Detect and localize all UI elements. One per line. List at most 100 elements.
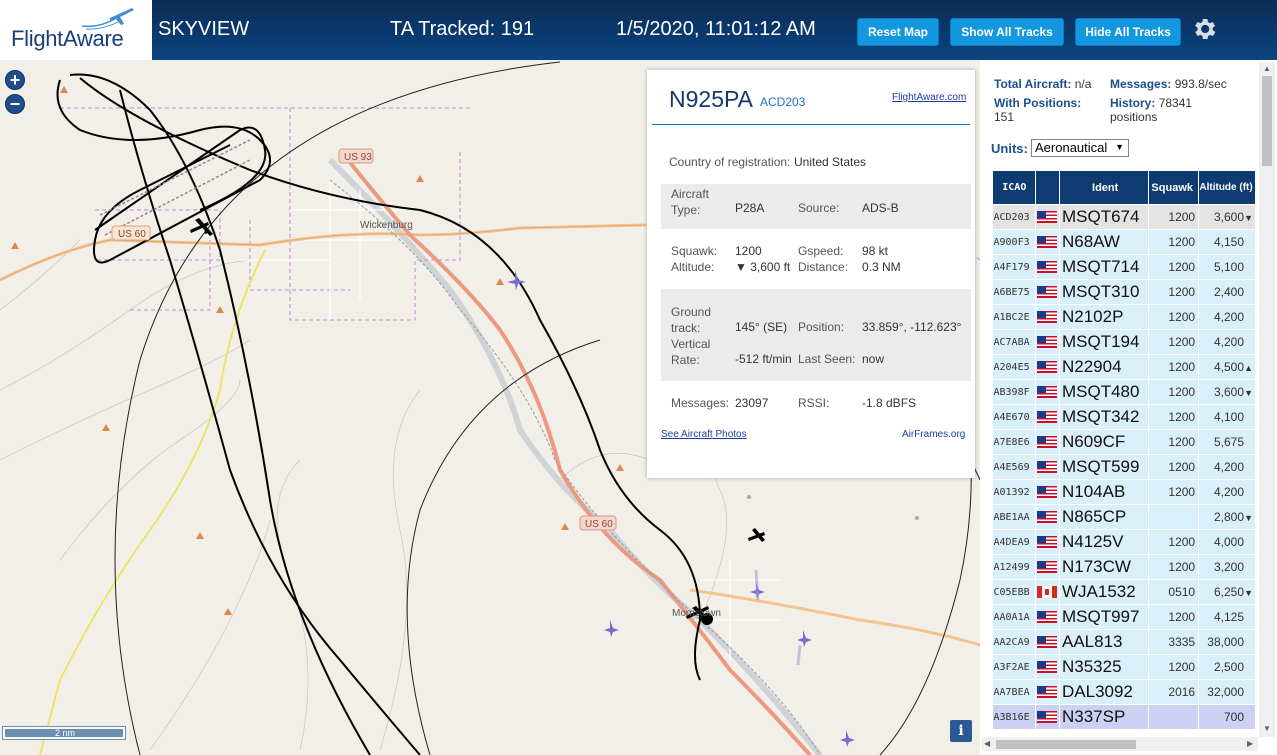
rssi-value: -1.8 dBFS xyxy=(862,396,917,410)
reset-map-button[interactable]: Reset Map xyxy=(857,18,939,46)
table-row[interactable]: A900F3 N68AW 1200 4,150 xyxy=(992,229,1256,255)
hwy-us93-label: US 93 xyxy=(344,152,372,163)
squawk-label: Squawk: xyxy=(671,244,718,258)
row-ident: MSQT342 xyxy=(1059,404,1150,430)
row-squawk: 1200 xyxy=(1148,379,1200,405)
gear-icon[interactable] xyxy=(1190,15,1218,43)
row-icao: AA0A1A xyxy=(992,604,1036,630)
row-altitude: 3,600▼ xyxy=(1198,204,1256,230)
vertical-rate-label: Vertical Rate: xyxy=(671,337,711,367)
vertical-scroll-thumb[interactable] xyxy=(1262,76,1272,166)
row-flag xyxy=(1035,254,1061,280)
altitude-trend-icon: ▼ xyxy=(1244,388,1253,398)
map-view[interactable]: US 93 US 60 US 60 Wickenburg Morristown … xyxy=(0,60,980,755)
row-altitude-value: 4,150 xyxy=(1213,235,1244,249)
table-row[interactable]: A3B16E N337SP 700 xyxy=(992,704,1256,730)
horizontal-scroll-thumb[interactable] xyxy=(996,740,1136,749)
table-row[interactable]: A7E8E6 N609CF 1200 5,675 xyxy=(992,429,1256,455)
info-button[interactable]: i xyxy=(950,720,972,742)
row-squawk: 1200 xyxy=(1148,554,1200,580)
table-row[interactable]: AA2CA9 AAL813 3335 38,000 xyxy=(992,629,1256,655)
row-altitude: 4,000 xyxy=(1198,529,1256,555)
usa-flag-icon xyxy=(1037,236,1058,249)
table-row[interactable]: AC7ABA MSQT194 1200 4,200 xyxy=(992,329,1256,355)
table-row[interactable]: AB398F MSQT480 1200 3,600▼ xyxy=(992,379,1256,405)
units-select[interactable]: Aeronautical ▼ xyxy=(1031,139,1129,157)
table-header-row: ICAO Ident Squawk Altitude (ft) xyxy=(992,170,1256,205)
table-row[interactable]: AA0A1A MSQT997 1200 4,125 xyxy=(992,604,1256,630)
scroll-left-icon[interactable]: ◀ xyxy=(984,739,990,748)
row-ident: N22904 xyxy=(1059,354,1150,380)
table-row[interactable]: AA7BEA DAL3092 2016 32,000 xyxy=(992,679,1256,705)
row-altitude: 6,250▼ xyxy=(1198,579,1256,605)
row-flag xyxy=(1035,629,1061,655)
altitude-label: Altitude: xyxy=(671,260,715,274)
row-flag xyxy=(1035,604,1061,630)
row-flag xyxy=(1035,304,1061,330)
row-icao: AA7BEA xyxy=(992,679,1036,705)
messages-rate-value: 993.8/sec xyxy=(1174,77,1227,91)
usa-flag-icon xyxy=(1037,486,1058,499)
row-squawk: 1200 xyxy=(1148,454,1200,480)
table-row[interactable]: ACD203 MSQT674 1200 3,600▼ xyxy=(992,204,1256,230)
with-positions-label: With Positions: xyxy=(994,96,1082,110)
row-icao: C05EBB xyxy=(992,579,1036,605)
hide-all-tracks-button[interactable]: Hide All Tracks xyxy=(1075,18,1181,46)
horizontal-scrollbar[interactable]: ◀ ▶ xyxy=(982,737,1258,751)
row-squawk: 1200 xyxy=(1148,329,1200,355)
table-row[interactable]: A4DEA9 N4125V 1200 4,000 xyxy=(992,529,1256,555)
table-row[interactable]: A01392 N104AB 1200 4,200 xyxy=(992,479,1256,505)
row-ident: MSQT480 xyxy=(1059,379,1150,405)
vertical-scrollbar[interactable]: ▲ ▼ xyxy=(1259,62,1275,737)
row-flag xyxy=(1035,479,1061,505)
table-row[interactable]: A4E569 MSQT599 1200 4,200 xyxy=(992,454,1256,480)
table-row[interactable]: A4E670 MSQT342 1200 4,100 xyxy=(992,404,1256,430)
row-flag xyxy=(1035,704,1061,730)
table-row[interactable]: C05EBB WJA1532 0510 6,250▼ xyxy=(992,579,1256,605)
col-ident[interactable]: Ident xyxy=(1058,170,1150,205)
row-altitude-value: 4,200 xyxy=(1213,310,1244,324)
row-icao: ABE1AA xyxy=(992,504,1036,530)
table-row[interactable]: A4F179 MSQT714 1200 5,100 xyxy=(992,254,1256,280)
zoom-out-button[interactable]: − xyxy=(5,94,25,114)
scroll-right-icon[interactable]: ▶ xyxy=(1247,739,1253,748)
table-row[interactable]: ABE1AA N865CP 2,800▼ xyxy=(992,504,1256,530)
aircraft-photos-link[interactable]: See Aircraft Photos xyxy=(661,429,747,440)
col-icao[interactable]: ICAO xyxy=(992,170,1036,205)
messages-stat: Messages: 993.8/sec xyxy=(1110,77,1227,91)
row-flag xyxy=(1035,529,1061,555)
row-ident: DAL3092 xyxy=(1059,679,1150,705)
town-label-morristown: Morristown xyxy=(672,608,721,619)
row-altitude: 4,150 xyxy=(1198,229,1256,255)
col-altitude[interactable]: Altitude (ft) xyxy=(1198,170,1256,205)
table-row[interactable]: A12499 N173CW 1200 3,200 xyxy=(992,554,1256,580)
table-row[interactable]: A204E5 N22904 1200 4,500▲ xyxy=(992,354,1256,380)
usa-flag-icon xyxy=(1037,361,1058,374)
table-row[interactable]: A6BE75 MSQT310 1200 2,400 xyxy=(992,279,1256,305)
town-label-wickenburg: Wickenburg xyxy=(360,220,413,231)
table-row[interactable]: A1BC2E N2102P 1200 4,200 xyxy=(992,304,1256,330)
scroll-up-icon[interactable]: ▲ xyxy=(1263,64,1271,73)
table-row[interactable]: A3F2AE N35325 1200 2,500 xyxy=(992,654,1256,680)
airframes-link[interactable]: AirFrames.org xyxy=(902,429,965,440)
row-altitude-value: 4,200 xyxy=(1213,460,1244,474)
zoom-in-button[interactable]: + xyxy=(5,70,25,90)
row-flag xyxy=(1035,279,1061,305)
show-all-tracks-button[interactable]: Show All Tracks xyxy=(950,18,1064,46)
scroll-down-icon[interactable]: ▼ xyxy=(1263,724,1271,733)
ground-track-value: 145° (SE) xyxy=(735,320,788,334)
row-altitude: 700 xyxy=(1198,704,1256,730)
row-icao: AC7ABA xyxy=(992,329,1036,355)
row-altitude-value: 5,100 xyxy=(1213,260,1244,274)
flightaware-logo[interactable]: FlightAware xyxy=(0,0,152,60)
col-flag[interactable] xyxy=(1034,170,1061,205)
row-squawk: 1200 xyxy=(1148,429,1200,455)
row-ident: N4125V xyxy=(1059,529,1150,555)
flightaware-link[interactable]: FlightAware.com xyxy=(892,92,966,103)
distance-label: Distance: xyxy=(798,260,849,274)
row-squawk: 2016 xyxy=(1148,679,1200,705)
row-icao: AB398F xyxy=(992,379,1036,405)
header-bar: FlightAware SKYVIEW TA Tracked: 191 1/5/… xyxy=(0,0,1277,60)
row-ident: N35325 xyxy=(1059,654,1150,680)
col-squawk[interactable]: Squawk xyxy=(1148,170,1200,205)
